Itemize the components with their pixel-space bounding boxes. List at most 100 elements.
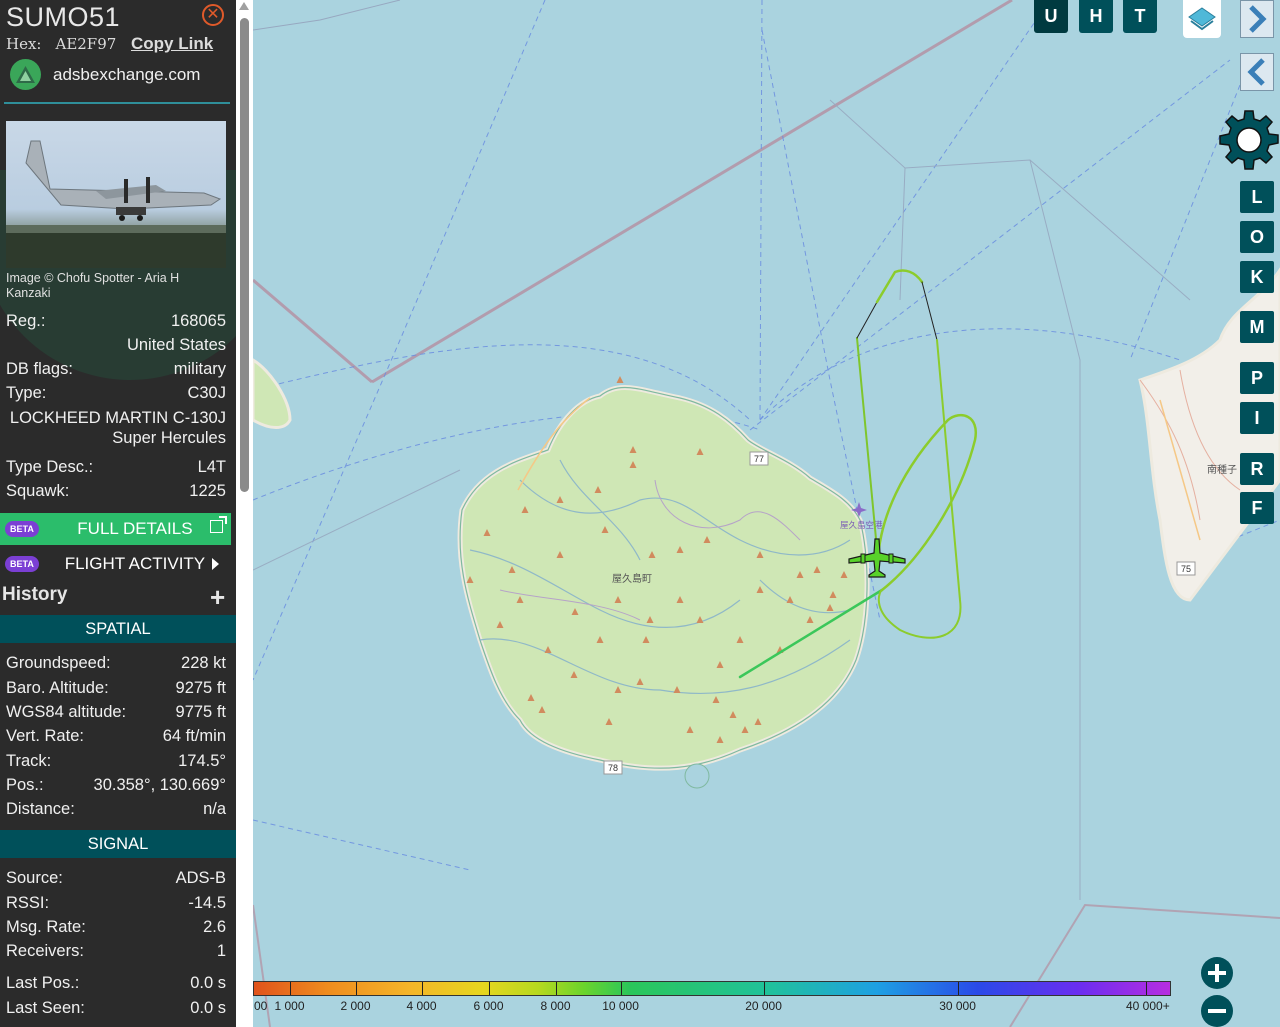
full-details-button[interactable]: BETA FULL DETAILS (0, 513, 231, 545)
legend-tick (489, 982, 490, 995)
legend-label: 10 000 (602, 999, 639, 1013)
spatial-label: Track: (6, 752, 52, 770)
legend-label: 2 000 (340, 999, 371, 1013)
typedesc-label: Type Desc.: (6, 458, 94, 476)
chevron-right-icon (1249, 5, 1267, 33)
spatial-row: Distance: n/a (6, 800, 226, 819)
flight-activity-button[interactable]: BETA FLIGHT ACTIVITY (0, 548, 231, 580)
history-expand-button[interactable]: + (210, 584, 225, 610)
site-link[interactable]: adsbexchange.com (10, 59, 200, 90)
dbflags-label: DB flags: (6, 360, 73, 378)
layers-button[interactable] (1183, 0, 1221, 38)
signal-row: Last Pos.: 0.0 s (6, 974, 226, 993)
legend-tick (1146, 982, 1147, 995)
dbflags-value: military (173, 360, 226, 378)
sidebar-scrollbar[interactable] (236, 0, 253, 1027)
squawk-value: 1225 (189, 482, 226, 500)
zoom-in-button[interactable] (1201, 957, 1233, 989)
reg-row: Reg.: 168065 (6, 312, 226, 331)
signal-label: Msg. Rate: (6, 918, 86, 936)
spatial-row: Vert. Rate: 64 ft/min (6, 727, 226, 746)
close-icon[interactable]: ✕ (202, 4, 224, 26)
airport-label: 屋久島空港 (840, 520, 883, 531)
spatial-label: Groundspeed: (6, 654, 111, 672)
road-shield-78: 78 (603, 760, 623, 775)
signal-value: 0.0 s (190, 999, 226, 1017)
layers-icon (1188, 7, 1216, 31)
legend-label: 30 000 (939, 999, 976, 1013)
scroll-up-arrow-icon[interactable] (239, 2, 249, 10)
legend-label: 40 000+ (1126, 999, 1170, 1013)
spatial-row: Pos.: 30.358°, 130.669° (6, 776, 226, 795)
aircraft-info-panel: SUMO51 ✕ Hex: AE2F97 Copy Link adsbexchan… (0, 0, 236, 1027)
reg-value: 168065 (170, 312, 226, 330)
spatial-value: n/a (203, 800, 226, 818)
scrollbar-thumb[interactable] (240, 18, 249, 492)
legend-tick (958, 982, 959, 995)
spatial-section-header: SPATIAL (0, 615, 236, 643)
button-i[interactable]: I (1240, 402, 1274, 434)
typedesc-value: L4T (197, 458, 226, 476)
callsign-title: SUMO51 (6, 2, 121, 32)
map-view[interactable]: 77 78 75 屋久島町 南種子 屋久島空港 (253, 0, 1280, 1027)
copy-link[interactable]: Copy Link (131, 34, 213, 54)
hex-label: Hex: (6, 35, 42, 53)
legend-label: 1 000 (274, 999, 305, 1013)
spatial-value: 228 kt (181, 654, 226, 672)
hex-row: Hex: AE2F97 (6, 35, 116, 53)
button-u[interactable]: U (1034, 0, 1068, 33)
button-h[interactable]: H (1079, 0, 1113, 33)
road-shield-75: 75 (1176, 561, 1196, 576)
gear-icon (1219, 110, 1279, 170)
site-name: adsbexchange.com (53, 64, 201, 84)
spatial-row: Track: 174.5° (6, 752, 226, 771)
button-t[interactable]: T (1123, 0, 1157, 33)
zoom-out-button[interactable] (1201, 995, 1233, 1027)
east-town-label: 南種子 (1207, 463, 1237, 476)
divider (4, 102, 230, 104)
signal-row: Receivers: 1 (6, 942, 226, 961)
legend-label: 20 000 (745, 999, 782, 1013)
signal-label: Last Pos.: (6, 974, 80, 992)
map-canvas: 77 78 75 屋久島町 南種子 屋久島空港 (253, 0, 1280, 1027)
history-heading: History (2, 584, 68, 605)
collapse-panel-button[interactable] (1240, 53, 1274, 91)
photo-credit: Image © Chofu Spotter - Aria H Kanzaki (6, 271, 180, 300)
spatial-value: 174.5° (178, 752, 226, 770)
signal-label: Last Seen: (6, 999, 85, 1017)
svg-text:77: 77 (754, 454, 764, 464)
legend-label: 6 000 (473, 999, 504, 1013)
spatial-value: 9275 ft (175, 679, 226, 697)
svg-text:75: 75 (1181, 564, 1191, 574)
beta-badge: BETA (5, 521, 39, 537)
button-o[interactable]: O (1240, 221, 1274, 253)
spatial-label: Vert. Rate: (6, 727, 84, 745)
legend-tick (290, 982, 291, 995)
chevron-left-icon (1247, 58, 1265, 86)
full-details-label: FULL DETAILS (77, 519, 193, 538)
spatial-row: Groundspeed: 228 kt (6, 654, 226, 673)
flight-activity-label: FLIGHT ACTIVITY (64, 554, 206, 573)
button-k[interactable]: K (1240, 261, 1274, 293)
signal-value: 0.0 s (190, 974, 226, 992)
chevron-right-icon (212, 558, 219, 570)
spatial-label: Distance: (6, 800, 75, 818)
legend-tick (356, 982, 357, 995)
signal-label: Source: (6, 869, 63, 887)
dbflags-row: DB flags: military (6, 360, 226, 379)
spatial-label: Pos.: (6, 776, 44, 794)
signal-row: RSSI: -14.5 (6, 894, 226, 913)
button-r[interactable]: R (1240, 453, 1274, 485)
expand-panel-button[interactable] (1240, 0, 1274, 38)
button-l[interactable]: L (1240, 181, 1274, 213)
aircraft-photo[interactable] (6, 121, 226, 268)
settings-button[interactable] (1218, 109, 1280, 171)
button-p[interactable]: P (1240, 362, 1274, 394)
signal-section-header: SIGNAL (0, 830, 236, 858)
spatial-value: 30.358°, 130.669° (93, 776, 226, 794)
button-m[interactable]: M (1240, 311, 1274, 343)
spatial-row: Baro. Altitude: 9275 ft (6, 679, 226, 698)
signal-value: -14.5 (188, 894, 226, 912)
signal-row: Source: ADS-B (6, 869, 226, 888)
button-f[interactable]: F (1240, 492, 1274, 524)
